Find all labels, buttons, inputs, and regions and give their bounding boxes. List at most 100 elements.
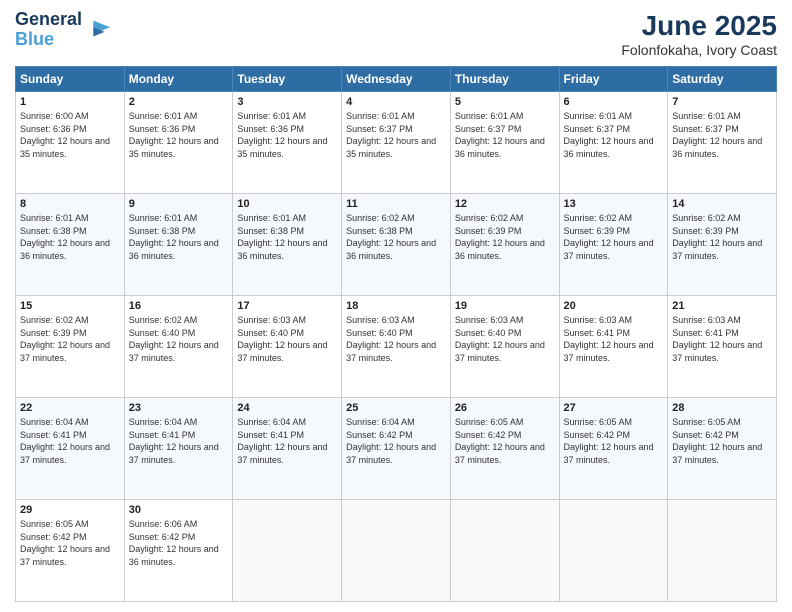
day-info: Sunrise: 6:04 AMSunset: 6:41 PMDaylight:… [129,416,229,466]
col-friday: Friday [559,67,668,92]
day-number: 3 [237,96,337,108]
day-number: 21 [672,300,772,312]
calendar-row: 1Sunrise: 6:00 AMSunset: 6:36 PMDaylight… [16,92,777,194]
day-number: 24 [237,402,337,414]
day-number: 7 [672,96,772,108]
day-info: Sunrise: 6:01 AMSunset: 6:37 PMDaylight:… [346,110,446,160]
calendar-cell: 8 Sunrise: 6:01 AMSunset: 6:38 PMDaylight… [16,194,125,296]
day-number: 23 [129,402,229,414]
calendar-cell: 3Sunrise: 6:01 AMSunset: 6:36 PMDaylight… [233,92,342,194]
day-info: Sunrise: 6:02 AMSunset: 6:38 PMDaylight:… [346,212,446,262]
calendar-cell [668,500,777,602]
day-info: Sunrise: 6:04 AMSunset: 6:41 PMDaylight:… [20,416,120,466]
day-info: Sunrise: 6:02 AMSunset: 6:39 PMDaylight:… [455,212,555,262]
calendar-cell: 25 Sunrise: 6:04 AMSunset: 6:42 PMDayligh… [342,398,451,500]
header-row: Sunday Monday Tuesday Wednesday Thursday… [16,67,777,92]
day-number: 28 [672,402,772,414]
day-info: Sunrise: 6:03 AMSunset: 6:40 PMDaylight:… [237,314,337,364]
calendar-cell: 5Sunrise: 6:01 AMSunset: 6:37 PMDaylight… [450,92,559,194]
calendar-header: Sunday Monday Tuesday Wednesday Thursday… [16,67,777,92]
calendar-cell: 27 Sunrise: 6:05 AMSunset: 6:42 PMDayligh… [559,398,668,500]
day-info: Sunrise: 6:01 AMSunset: 6:36 PMDaylight:… [129,110,229,160]
calendar-cell [450,500,559,602]
header: GeneralBlue June 2025 Folonfokaha, Ivory… [15,10,777,58]
day-number: 15 [20,300,120,312]
day-info: Sunrise: 6:02 AMSunset: 6:40 PMDaylight:… [129,314,229,364]
calendar-cell: 30Sunrise: 6:06 AMSunset: 6:42 PMDayligh… [124,500,233,602]
day-number: 20 [564,300,664,312]
calendar-cell: 9 Sunrise: 6:01 AMSunset: 6:38 PMDaylight… [124,194,233,296]
day-number: 29 [20,504,120,516]
calendar-cell: 20 Sunrise: 6:03 AMSunset: 6:41 PMDayligh… [559,296,668,398]
day-number: 27 [564,402,664,414]
calendar-cell: 12 Sunrise: 6:02 AMSunset: 6:39 PMDayligh… [450,194,559,296]
day-info: Sunrise: 6:03 AMSunset: 6:41 PMDaylight:… [564,314,664,364]
day-info: Sunrise: 6:05 AMSunset: 6:42 PMDaylight:… [564,416,664,466]
day-number: 12 [455,198,555,210]
col-monday: Monday [124,67,233,92]
logo-blue: Blue [15,29,54,49]
calendar-cell: 17 Sunrise: 6:03 AMSunset: 6:40 PMDayligh… [233,296,342,398]
day-number: 18 [346,300,446,312]
day-info: Sunrise: 6:01 AMSunset: 6:37 PMDaylight:… [455,110,555,160]
day-info: Sunrise: 6:03 AMSunset: 6:40 PMDaylight:… [346,314,446,364]
calendar-cell: 23 Sunrise: 6:04 AMSunset: 6:41 PMDayligh… [124,398,233,500]
day-info: Sunrise: 6:00 AMSunset: 6:36 PMDaylight:… [20,110,120,160]
calendar-table: Sunday Monday Tuesday Wednesday Thursday… [15,66,777,602]
calendar-cell: 16Sunrise: 6:02 AMSunset: 6:40 PMDayligh… [124,296,233,398]
calendar-cell: 13 Sunrise: 6:02 AMSunset: 6:39 PMDayligh… [559,194,668,296]
col-sunday: Sunday [16,67,125,92]
calendar-row: 15 Sunrise: 6:02 AMSunset: 6:39 PMDayligh… [16,296,777,398]
calendar-cell: 19Sunrise: 6:03 AMSunset: 6:40 PMDayligh… [450,296,559,398]
col-saturday: Saturday [668,67,777,92]
calendar-cell: 29 Sunrise: 6:05 AMSunset: 6:42 PMDayligh… [16,500,125,602]
day-info: Sunrise: 6:01 AMSunset: 6:38 PMDaylight:… [129,212,229,262]
day-number: 4 [346,96,446,108]
day-info: Sunrise: 6:05 AMSunset: 6:42 PMDaylight:… [455,416,555,466]
day-number: 22 [20,402,120,414]
day-info: Sunrise: 6:01 AMSunset: 6:37 PMDaylight:… [672,110,772,160]
calendar-cell [342,500,451,602]
day-info: Sunrise: 6:04 AMSunset: 6:42 PMDaylight:… [346,416,446,466]
day-info: Sunrise: 6:01 AMSunset: 6:38 PMDaylight:… [237,212,337,262]
day-number: 6 [564,96,664,108]
day-info: Sunrise: 6:03 AMSunset: 6:41 PMDaylight:… [672,314,772,364]
calendar-cell [233,500,342,602]
calendar-cell: 11 Sunrise: 6:02 AMSunset: 6:38 PMDayligh… [342,194,451,296]
day-number: 9 [129,198,229,210]
day-number: 11 [346,198,446,210]
calendar-cell: 22 Sunrise: 6:04 AMSunset: 6:41 PMDayligh… [16,398,125,500]
col-wednesday: Wednesday [342,67,451,92]
calendar-cell: 4 Sunrise: 6:01 AMSunset: 6:37 PMDaylight… [342,92,451,194]
day-number: 8 [20,198,120,210]
day-info: Sunrise: 6:03 AMSunset: 6:40 PMDaylight:… [455,314,555,364]
day-number: 2 [129,96,229,108]
day-number: 30 [129,504,229,516]
day-info: Sunrise: 6:01 AMSunset: 6:38 PMDaylight:… [20,212,120,262]
page: GeneralBlue June 2025 Folonfokaha, Ivory… [0,0,792,612]
logo: GeneralBlue [15,10,112,50]
calendar-row: 8 Sunrise: 6:01 AMSunset: 6:38 PMDaylight… [16,194,777,296]
day-number: 13 [564,198,664,210]
day-info: Sunrise: 6:05 AMSunset: 6:42 PMDaylight:… [672,416,772,466]
calendar-cell: 10Sunrise: 6:01 AMSunset: 6:38 PMDayligh… [233,194,342,296]
calendar-row: 22 Sunrise: 6:04 AMSunset: 6:41 PMDayligh… [16,398,777,500]
day-number: 25 [346,402,446,414]
day-number: 26 [455,402,555,414]
col-thursday: Thursday [450,67,559,92]
calendar-cell: 24Sunrise: 6:04 AMSunset: 6:41 PMDayligh… [233,398,342,500]
day-info: Sunrise: 6:02 AMSunset: 6:39 PMDaylight:… [20,314,120,364]
calendar-cell: 6 Sunrise: 6:01 AMSunset: 6:37 PMDaylight… [559,92,668,194]
calendar-row: 29 Sunrise: 6:05 AMSunset: 6:42 PMDayligh… [16,500,777,602]
day-number: 17 [237,300,337,312]
day-info: Sunrise: 6:01 AMSunset: 6:37 PMDaylight:… [564,110,664,160]
day-number: 14 [672,198,772,210]
calendar-cell: 1Sunrise: 6:00 AMSunset: 6:36 PMDaylight… [16,92,125,194]
logo-icon [84,16,112,44]
calendar-cell: 18 Sunrise: 6:03 AMSunset: 6:40 PMDayligh… [342,296,451,398]
day-info: Sunrise: 6:02 AMSunset: 6:39 PMDaylight:… [564,212,664,262]
day-info: Sunrise: 6:05 AMSunset: 6:42 PMDaylight:… [20,518,120,568]
logo-text: GeneralBlue [15,10,82,50]
calendar-body: 1Sunrise: 6:00 AMSunset: 6:36 PMDaylight… [16,92,777,602]
calendar-cell: 21 Sunrise: 6:03 AMSunset: 6:41 PMDayligh… [668,296,777,398]
